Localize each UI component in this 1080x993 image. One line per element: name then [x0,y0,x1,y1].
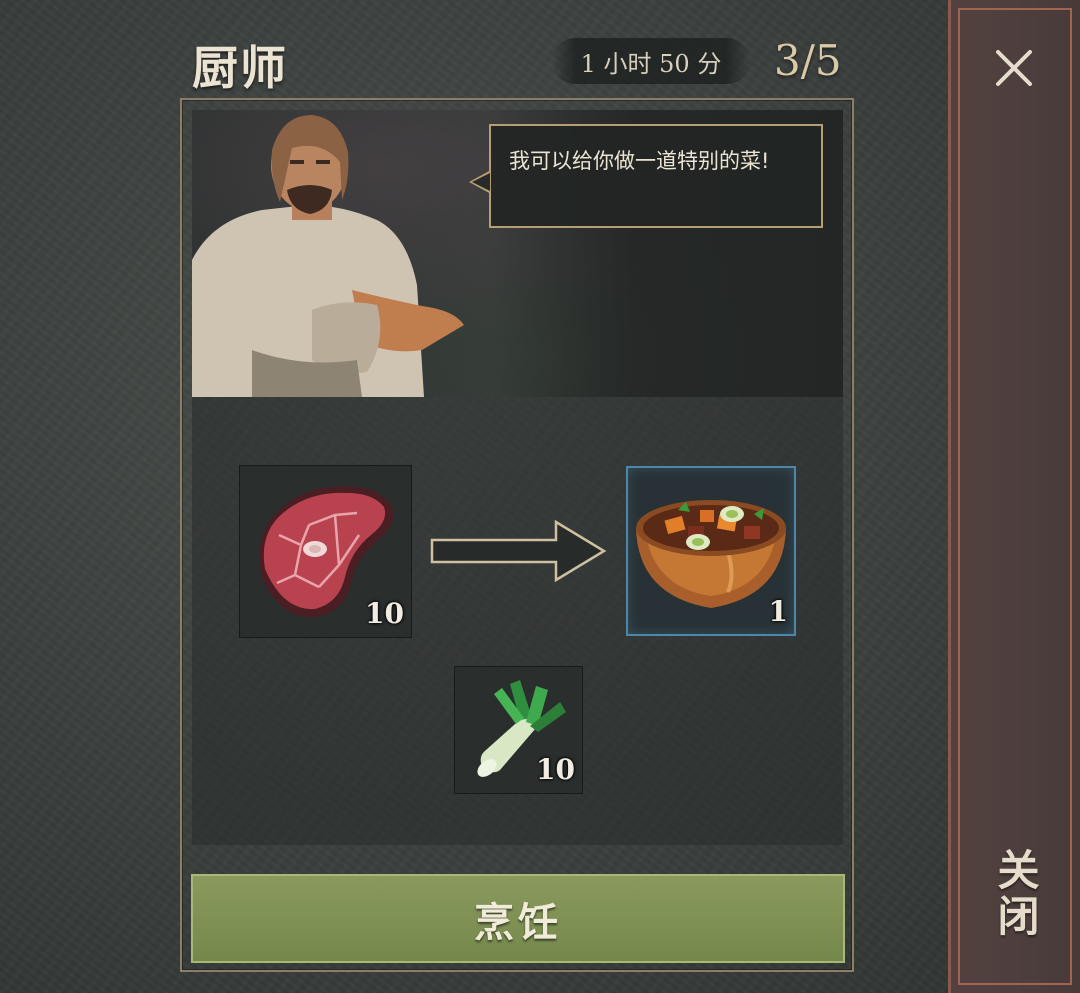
close-panel-border [958,8,1072,985]
meat-quantity: 10 [365,597,404,630]
progress-counter: 3/5 [774,36,842,85]
chef-portrait [192,115,464,397]
ingredient-slot-meat[interactable]: 10 [239,465,412,638]
page-title: 厨师 [192,41,288,95]
leek-quantity: 10 [536,753,575,786]
close-label[interactable]: 关闭 [985,848,1046,940]
speech-bubble-tail [469,170,491,194]
arrow-right-icon [430,519,607,583]
close-icon[interactable] [994,48,1034,88]
npc-dialogue-text: 我可以给你做一道特别的菜! [509,149,770,173]
speech-bubble: 我可以给你做一道特别的菜! [469,124,823,228]
stew-quantity: 1 [768,595,788,628]
close-side-panel[interactable] [948,0,1080,993]
cook-button[interactable]: 烹饪 [191,874,845,963]
ingredient-slot-leek[interactable]: 10 [454,666,583,794]
result-slot-stew[interactable]: 1 [626,466,796,636]
timer-badge: 1 小时 50 分 [552,38,750,84]
